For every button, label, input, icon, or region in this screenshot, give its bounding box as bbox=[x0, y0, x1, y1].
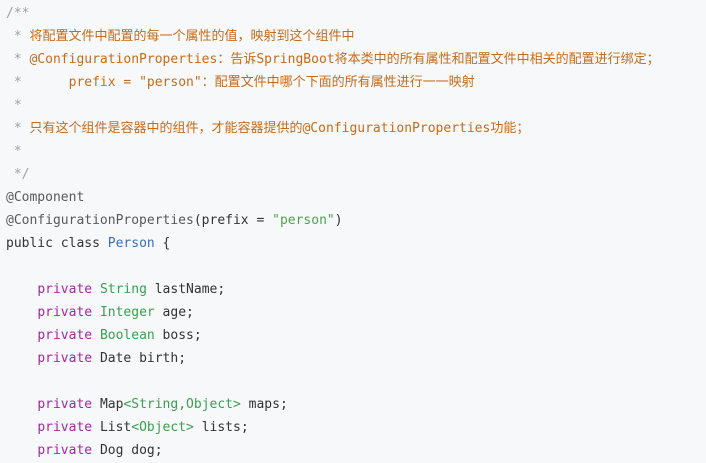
open-brace: { bbox=[154, 236, 171, 251]
keyword-private: private bbox=[37, 351, 93, 366]
field-type: Map bbox=[99, 397, 124, 412]
field-type: List bbox=[99, 420, 132, 435]
code-line-7: * bbox=[6, 140, 706, 163]
field-name: lastName; bbox=[146, 282, 226, 297]
keyword-private: private bbox=[37, 282, 93, 297]
code-line-3: * @ConfigurationProperties：告诉SpringBoot将… bbox=[6, 48, 706, 71]
keyword-private: private bbox=[37, 420, 93, 435]
comment-marker: * bbox=[6, 98, 22, 113]
annotation-args-open: (prefix = bbox=[193, 213, 273, 228]
code-line-8: */ bbox=[6, 163, 706, 186]
class-name: Person bbox=[107, 236, 155, 251]
code-line-15: private Boolean boss; bbox=[6, 324, 706, 347]
comment-marker: * bbox=[6, 144, 22, 159]
field-type: Date bbox=[99, 351, 132, 366]
comment-text: prefix = "person"：配置文件中哪个下面的所有属性进行一一映射 bbox=[68, 75, 475, 90]
keyword-private: private bbox=[37, 397, 93, 412]
field-type: Boolean bbox=[99, 328, 155, 343]
comment-marker: */ bbox=[6, 167, 30, 182]
keyword-private: private bbox=[37, 328, 93, 343]
field-name: dog; bbox=[123, 443, 163, 458]
code-line-19: private List<Object> lists; bbox=[6, 416, 706, 439]
keyword-public: public bbox=[6, 236, 53, 251]
comment-text: 只有这个组件是容器中的组件，才能容器提供的@ConfigurationPrope… bbox=[29, 121, 530, 136]
code-line-1: /** bbox=[6, 2, 706, 25]
code-line-16: private Date birth; bbox=[6, 347, 706, 370]
annotation-component: @Component bbox=[6, 190, 85, 205]
annotation-configuration-properties: @ConfigurationProperties bbox=[6, 213, 194, 228]
code-line-9: @Component bbox=[6, 186, 706, 209]
comment-marker: /** bbox=[6, 6, 30, 21]
comment-marker: * bbox=[6, 75, 69, 90]
code-line-2: * 将配置文件中配置的每一个属性的值，映射到这个组件中 bbox=[6, 25, 706, 48]
field-name: boss; bbox=[154, 328, 202, 343]
field-name: age; bbox=[154, 305, 194, 320]
code-line-10: @ConfigurationProperties(prefix = "perso… bbox=[6, 209, 706, 232]
field-name: birth; bbox=[131, 351, 187, 366]
code-line-14: private Integer age; bbox=[6, 301, 706, 324]
field-type: Integer bbox=[99, 305, 155, 320]
field-type: String bbox=[99, 282, 147, 297]
string-literal: "person" bbox=[272, 213, 335, 228]
code-line-13: private String lastName; bbox=[6, 278, 706, 301]
field-name: maps; bbox=[240, 397, 288, 412]
code-line-20: private Dog dog; bbox=[6, 439, 706, 462]
field-name: lists; bbox=[193, 420, 249, 435]
code-line-11: public class Person { bbox=[6, 232, 706, 255]
comment-marker: * bbox=[6, 29, 30, 44]
code-line-18: private Map<String,Object> maps; bbox=[6, 393, 706, 416]
generic-type-args: <Object> bbox=[131, 420, 194, 435]
code-line-5: * bbox=[6, 94, 706, 117]
comment-marker: * bbox=[6, 121, 30, 136]
generic-type-args: <String,Object> bbox=[123, 397, 241, 412]
keyword-private: private bbox=[37, 443, 93, 458]
keyword-private: private bbox=[37, 305, 93, 320]
code-line-6: * 只有这个组件是容器中的组件，才能容器提供的@ConfigurationPro… bbox=[6, 117, 706, 140]
code-line-4: * prefix = "person"：配置文件中哪个下面的所有属性进行一一映射 bbox=[6, 71, 706, 94]
comment-marker: * bbox=[6, 52, 30, 67]
field-type: Dog bbox=[99, 443, 124, 458]
code-block: /** * 将配置文件中配置的每一个属性的值，映射到这个组件中 * @Confi… bbox=[0, 0, 706, 463]
comment-text: @ConfigurationProperties：告诉SpringBoot将本类… bbox=[29, 52, 660, 67]
annotation-args-close: ) bbox=[334, 213, 343, 228]
keyword-class: class bbox=[60, 236, 100, 251]
comment-text: 将配置文件中配置的每一个属性的值，映射到这个组件中 bbox=[29, 29, 355, 44]
